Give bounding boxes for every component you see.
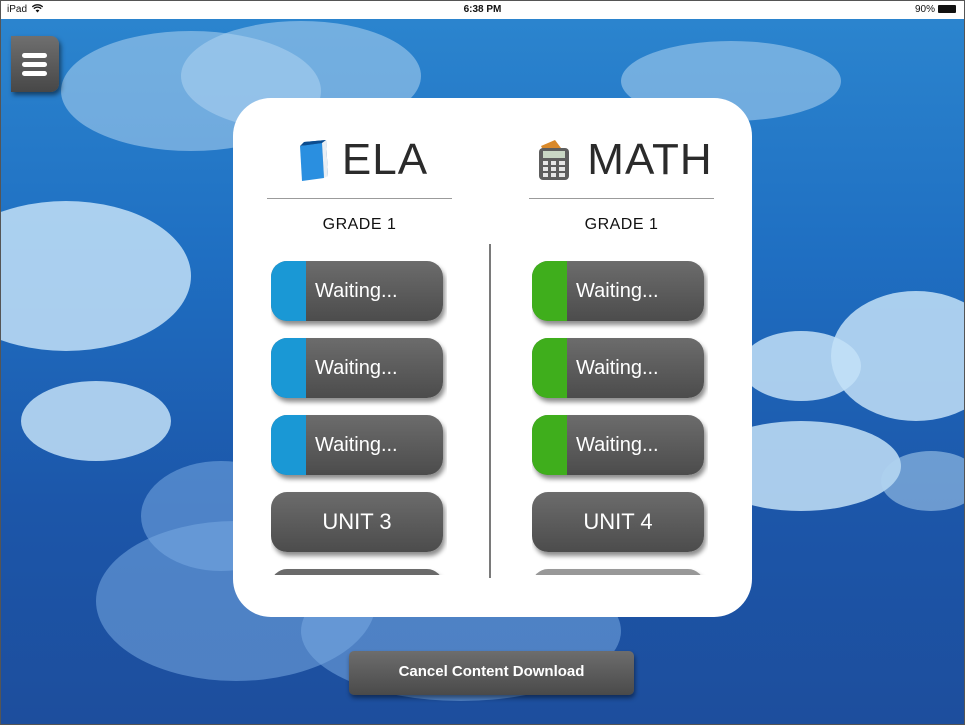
cancel-download-button[interactable]: Cancel Content Download xyxy=(349,651,634,695)
unit-label: Waiting... xyxy=(576,357,659,379)
progress-indicator xyxy=(532,415,567,475)
progress-indicator xyxy=(271,415,306,475)
unit-label: UNIT 4 xyxy=(583,509,653,534)
column-divider xyxy=(489,244,491,578)
unit-button-ela-2[interactable]: Waiting... xyxy=(271,338,443,398)
book-icon xyxy=(299,140,328,181)
progress-indicator xyxy=(271,261,306,321)
status-bar: iPad 6:38 PM 90% xyxy=(1,1,964,19)
cloud xyxy=(21,381,171,461)
hamburger-icon xyxy=(22,71,47,76)
unit-label: Waiting... xyxy=(315,357,398,379)
app-screen: iPad 6:38 PM 90% ELA MATH GRADE 1 GRADE … xyxy=(0,0,965,725)
status-battery: 90% xyxy=(915,1,956,19)
unit-button-math-partial[interactable] xyxy=(532,569,704,575)
progress-indicator xyxy=(532,261,567,321)
hamburger-icon xyxy=(22,53,47,58)
unit-button-ela-partial[interactable] xyxy=(271,569,443,575)
subject-title-math: MATH xyxy=(587,135,713,184)
unit-button-math-3[interactable]: Waiting... xyxy=(532,415,704,475)
unit-button-ela-unit-3[interactable]: UNIT 3 xyxy=(271,492,443,552)
menu-button[interactable] xyxy=(11,36,59,92)
progress-indicator xyxy=(271,338,306,398)
grade-label-math: GRADE 1 xyxy=(584,216,659,233)
header-rule-math xyxy=(529,198,714,199)
subject-header-ela: ELA xyxy=(267,134,457,186)
unit-label: Waiting... xyxy=(315,280,398,302)
grade-label-ela: GRADE 1 xyxy=(322,216,397,233)
status-time: 6:38 PM xyxy=(463,4,502,15)
unit-label: Waiting... xyxy=(315,434,398,456)
calculator-icon xyxy=(539,140,570,180)
subject-header-math: MATH xyxy=(523,134,723,186)
subject-title-ela: ELA xyxy=(341,135,429,184)
unit-label: Waiting... xyxy=(576,280,659,302)
progress-indicator xyxy=(532,338,567,398)
hamburger-icon xyxy=(22,62,47,67)
unit-button-math-2[interactable]: Waiting... xyxy=(532,338,704,398)
unit-button-ela-3[interactable]: Waiting... xyxy=(271,415,443,475)
unit-label: UNIT 3 xyxy=(322,509,392,534)
unit-button-math-unit-4[interactable]: UNIT 4 xyxy=(532,492,704,552)
unit-button-ela-1[interactable]: Waiting... xyxy=(271,261,443,321)
unit-list-math: Waiting... Waiting... Waiting... UNIT 4 xyxy=(532,261,708,575)
unit-list-ela: Waiting... Waiting... Waiting... UNIT 3 xyxy=(271,261,447,575)
unit-label: Waiting... xyxy=(576,434,659,456)
unit-button-math-1[interactable]: Waiting... xyxy=(532,261,704,321)
battery-icon xyxy=(938,5,956,13)
header-rule-ela xyxy=(267,198,452,199)
battery-percent: 90% xyxy=(914,4,935,15)
content-panel: ELA MATH GRADE 1 GRADE 1 Waiting... Wait… xyxy=(233,98,752,617)
